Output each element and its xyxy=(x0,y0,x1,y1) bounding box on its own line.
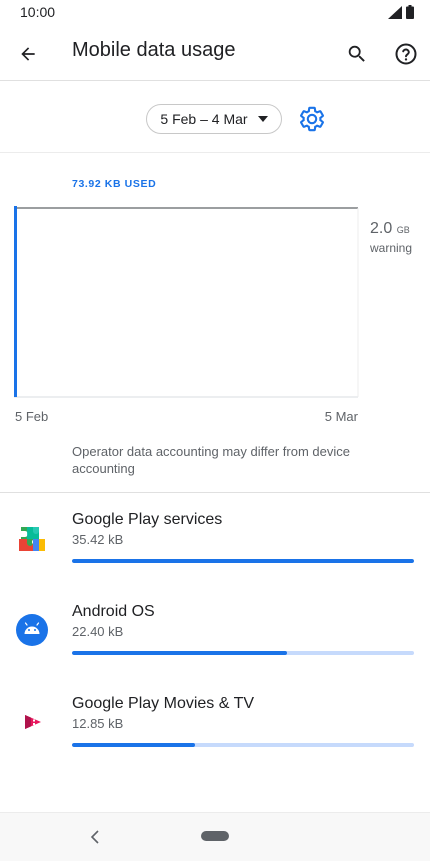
nav-home-button[interactable] xyxy=(201,831,229,841)
app-data-size: 12.85 kB xyxy=(72,716,124,731)
app-row-google-play-movies[interactable]: Google Play Movies & TV 12.85 kB xyxy=(0,677,430,757)
battery-icon xyxy=(406,5,414,19)
usage-bar-fill xyxy=(72,559,414,563)
dropdown-arrow-icon xyxy=(257,116,268,122)
google-play-services-icon xyxy=(19,527,45,551)
usage-bar-track xyxy=(72,651,414,655)
app-bar: Mobile data usage xyxy=(0,26,430,81)
app-row-google-play-services[interactable]: Google Play services 35.42 kB xyxy=(0,493,430,573)
android-os-icon xyxy=(16,614,48,646)
app-data-size: 22.40 kB xyxy=(72,624,124,639)
warning-label: warning xyxy=(370,241,413,255)
axis-start-date: 5 Feb xyxy=(15,409,49,424)
signal-icon xyxy=(388,5,402,19)
axis-end-date: 5 Mar xyxy=(324,409,358,424)
nav-back-button[interactable] xyxy=(85,823,105,851)
warning-unit: GB xyxy=(396,225,410,235)
status-time: 10:00 xyxy=(20,4,56,20)
gear-icon xyxy=(300,106,324,132)
usage-bar-track xyxy=(72,743,414,747)
app-name: Android OS xyxy=(72,603,155,620)
status-icons xyxy=(388,5,414,19)
search-icon xyxy=(348,45,365,62)
search-button[interactable] xyxy=(337,34,377,74)
help-button[interactable] xyxy=(386,34,426,74)
usage-bar-fill xyxy=(72,651,288,655)
usage-chart xyxy=(14,206,359,398)
usage-bar-track xyxy=(72,559,414,563)
arrow-back-icon xyxy=(21,47,35,61)
app-data-size: 35.42 kB xyxy=(72,532,124,547)
cycle-settings-button[interactable] xyxy=(298,105,326,133)
data-used-label: 73.92 KB USED xyxy=(72,178,157,190)
help-icon xyxy=(395,43,417,65)
chevron-left-icon xyxy=(90,830,99,844)
app-row-android-os[interactable]: Android OS 22.40 kB xyxy=(0,585,430,665)
operator-disclaimer: Operator data accounting may differ from… xyxy=(72,444,350,476)
cycle-label: 5 Feb – 4 Mar xyxy=(160,111,248,127)
google-play-movies-icon xyxy=(25,715,41,729)
usage-bar-fill xyxy=(72,743,196,747)
back-button[interactable] xyxy=(8,34,48,74)
warning-number: 2.0 xyxy=(370,220,393,237)
cycle-dropdown[interactable]: 5 Feb – 4 Mar xyxy=(146,104,282,134)
app-name: Google Play Movies & TV xyxy=(72,695,255,712)
warning-value: 2.0 GB xyxy=(370,220,410,238)
system-nav-bar xyxy=(0,812,430,861)
app-name: Google Play services xyxy=(72,511,223,528)
page-title: Mobile data usage xyxy=(72,39,236,61)
status-bar: 10:00 xyxy=(0,0,430,26)
